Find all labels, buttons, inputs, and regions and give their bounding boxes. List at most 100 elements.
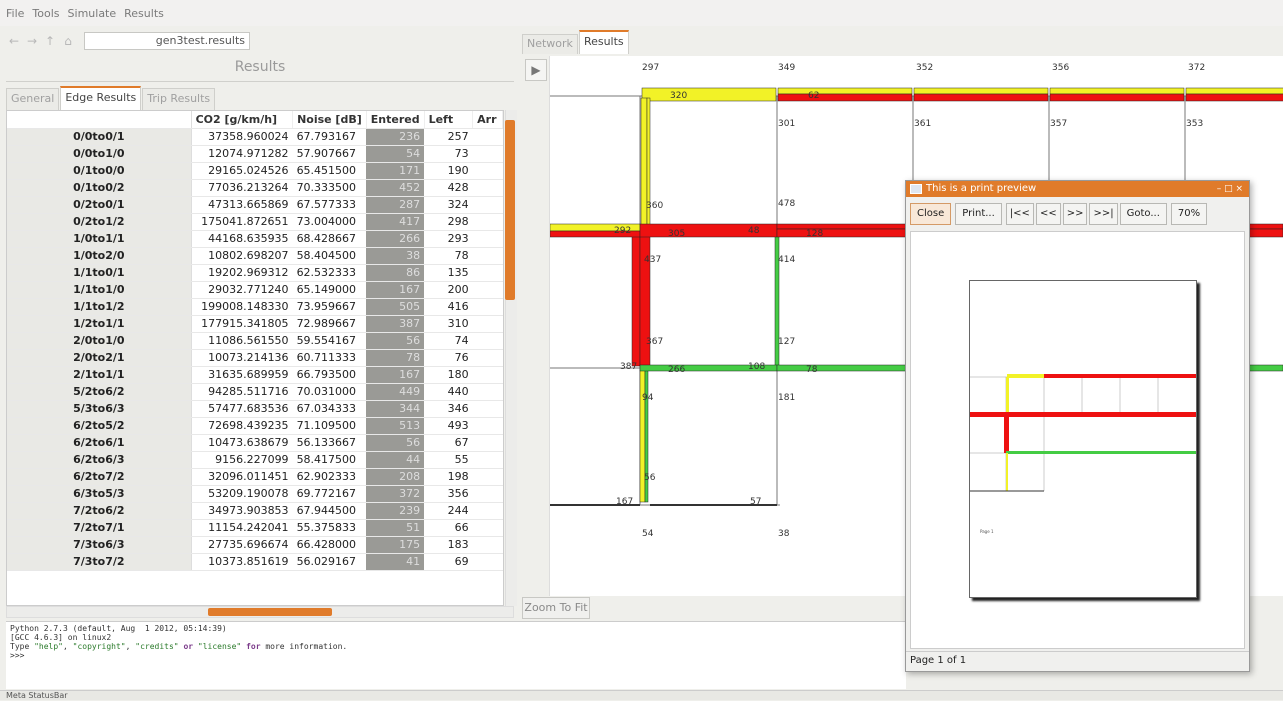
cell-arrived[interactable] xyxy=(472,400,503,418)
pointer-icon[interactable]: ▶ xyxy=(525,59,547,81)
cell-entered[interactable]: 41 xyxy=(366,553,425,571)
table-row[interactable]: 0/0to1/0 12074.971282 57.907667 54 73 xyxy=(7,145,503,163)
cell-entered[interactable]: 44 xyxy=(366,451,425,469)
cell-noise[interactable]: 68.428667 xyxy=(292,230,367,248)
table-row[interactable]: 0/2to1/2 175041.872651 73.004000 417 298 xyxy=(7,213,503,231)
cell-co2[interactable]: 34973.903853 xyxy=(191,502,293,520)
cell-arrived[interactable] xyxy=(472,502,503,520)
preview-area[interactable]: Page 1 xyxy=(910,231,1245,649)
cell-entered[interactable]: 54 xyxy=(366,145,425,163)
cell-arrived[interactable] xyxy=(472,332,503,350)
table-row[interactable]: 2/0to2/1 10073.214136 60.711333 78 76 xyxy=(7,349,503,367)
cell-co2[interactable]: 94285.511716 xyxy=(191,383,293,401)
cell-left[interactable]: 180 xyxy=(424,366,473,384)
last-page-button[interactable]: >>| xyxy=(1089,203,1118,225)
col-header-left[interactable]: Left xyxy=(424,111,474,129)
row-header-edge-id[interactable]: 2/0to2/1 xyxy=(7,349,192,367)
table-vertical-scroll-thumb[interactable] xyxy=(505,120,515,300)
row-header-edge-id[interactable]: 1/1to0/1 xyxy=(7,264,192,282)
cell-left[interactable]: 73 xyxy=(424,145,473,163)
cell-co2[interactable]: 57477.683536 xyxy=(191,400,293,418)
cell-noise[interactable]: 56.133667 xyxy=(292,434,367,452)
home-icon[interactable]: ⌂ xyxy=(60,33,76,49)
table-row[interactable]: 2/1to1/1 31635.689959 66.793500 167 180 xyxy=(7,366,503,384)
cell-left[interactable]: 183 xyxy=(424,536,473,554)
row-header-edge-id[interactable]: 6/2to7/2 xyxy=(7,468,192,486)
maximize-icon[interactable]: □ xyxy=(1224,184,1233,194)
dialog-titlebar[interactable]: This is a print preview xyxy=(906,181,1249,197)
cell-left[interactable]: 440 xyxy=(424,383,473,401)
cell-co2[interactable]: 19202.969312 xyxy=(191,264,293,282)
cell-left[interactable]: 244 xyxy=(424,502,473,520)
cell-arrived[interactable] xyxy=(472,383,503,401)
cell-noise[interactable]: 71.109500 xyxy=(292,417,367,435)
cell-co2[interactable]: 199008.148330 xyxy=(191,298,293,316)
table-row[interactable]: 7/2to7/1 11154.242041 55.375833 51 66 xyxy=(7,519,503,537)
row-header-edge-id[interactable]: 6/2to5/2 xyxy=(7,417,192,435)
table-row[interactable]: 1/0to1/1 44168.635935 68.428667 266 293 xyxy=(7,230,503,248)
arrow-right-icon[interactable]: → xyxy=(24,33,40,49)
cell-noise[interactable]: 57.907667 xyxy=(292,145,367,163)
cell-noise[interactable]: 66.793500 xyxy=(292,366,367,384)
cell-noise[interactable]: 66.428000 xyxy=(292,536,367,554)
table-row[interactable]: 7/2to6/2 34973.903853 67.944500 239 244 xyxy=(7,502,503,520)
cell-co2[interactable]: 77036.213264 xyxy=(191,179,293,197)
cell-noise[interactable]: 73.004000 xyxy=(292,213,367,231)
table-row[interactable]: 1/1to0/1 19202.969312 62.532333 86 135 xyxy=(7,264,503,282)
cell-entered[interactable]: 449 xyxy=(366,383,425,401)
row-header-edge-id[interactable]: 7/3to6/3 xyxy=(7,536,192,554)
row-header-edge-id[interactable]: 0/0to0/1 xyxy=(7,128,192,146)
cell-entered[interactable]: 86 xyxy=(366,264,425,282)
row-header-edge-id[interactable]: 0/2to0/1 xyxy=(7,196,192,214)
col-header-co2[interactable]: CO2 [g/km/h] xyxy=(191,111,294,129)
cell-arrived[interactable] xyxy=(472,196,503,214)
cell-left[interactable]: 324 xyxy=(424,196,473,214)
cell-noise[interactable]: 55.375833 xyxy=(292,519,367,537)
cell-left[interactable]: 76 xyxy=(424,349,473,367)
minimize-icon[interactable]: – xyxy=(1217,184,1222,194)
cell-left[interactable]: 493 xyxy=(424,417,473,435)
cell-co2[interactable]: 12074.971282 xyxy=(191,145,293,163)
cell-co2[interactable]: 32096.011451 xyxy=(191,468,293,486)
menu-tools[interactable]: Tools xyxy=(32,7,59,20)
cell-entered[interactable]: 344 xyxy=(366,400,425,418)
table-row[interactable]: 1/1to1/2 199008.148330 73.959667 505 416 xyxy=(7,298,503,316)
row-header-edge-id[interactable]: 5/2to6/2 xyxy=(7,383,192,401)
cell-co2[interactable]: 177915.341805 xyxy=(191,315,293,333)
cell-arrived[interactable] xyxy=(472,553,503,571)
cell-noise[interactable]: 59.554167 xyxy=(292,332,367,350)
cell-entered[interactable]: 417 xyxy=(366,213,425,231)
row-header-edge-id[interactable]: 1/1to1/2 xyxy=(7,298,192,316)
cell-noise[interactable]: 58.417500 xyxy=(292,451,367,469)
cell-entered[interactable]: 266 xyxy=(366,230,425,248)
table-row[interactable]: 6/3to5/3 53209.190078 69.772167 372 356 xyxy=(7,485,503,503)
menu-results[interactable]: Results xyxy=(124,7,164,20)
cell-entered[interactable]: 452 xyxy=(366,179,425,197)
cell-co2[interactable]: 11154.242041 xyxy=(191,519,293,537)
cell-arrived[interactable] xyxy=(472,434,503,452)
cell-noise[interactable]: 70.333500 xyxy=(292,179,367,197)
cell-noise[interactable]: 65.149000 xyxy=(292,281,367,299)
col-header-entered[interactable]: Entered xyxy=(366,111,425,129)
row-header-edge-id[interactable]: 6/2to6/1 xyxy=(7,434,192,452)
table-row[interactable]: 1/2to1/1 177915.341805 72.989667 387 310 xyxy=(7,315,503,333)
close-button[interactable]: Close xyxy=(910,203,952,225)
goto-button[interactable]: Goto... xyxy=(1119,203,1167,225)
cell-left[interactable]: 190 xyxy=(424,162,473,180)
cell-entered[interactable]: 171 xyxy=(366,162,425,180)
table-row[interactable]: 0/0to0/1 37358.960024 67.793167 236 257 xyxy=(7,128,503,146)
cell-co2[interactable]: 10373.851619 xyxy=(191,553,293,571)
cell-entered[interactable]: 78 xyxy=(366,349,425,367)
cell-entered[interactable]: 175 xyxy=(366,536,425,554)
table-row[interactable]: 1/1to1/0 29032.771240 65.149000 167 200 xyxy=(7,281,503,299)
cell-entered[interactable]: 387 xyxy=(366,315,425,333)
cell-arrived[interactable] xyxy=(472,315,503,333)
tab-results[interactable]: Results xyxy=(578,30,629,54)
cell-arrived[interactable] xyxy=(472,468,503,486)
arrow-up-icon[interactable]: ↑ xyxy=(42,33,58,49)
cell-entered[interactable]: 56 xyxy=(366,332,425,350)
cell-entered[interactable]: 372 xyxy=(366,485,425,503)
tab-trip-results[interactable]: Trip Results xyxy=(142,88,216,110)
cell-co2[interactable]: 29165.024526 xyxy=(191,162,293,180)
cell-left[interactable]: 346 xyxy=(424,400,473,418)
